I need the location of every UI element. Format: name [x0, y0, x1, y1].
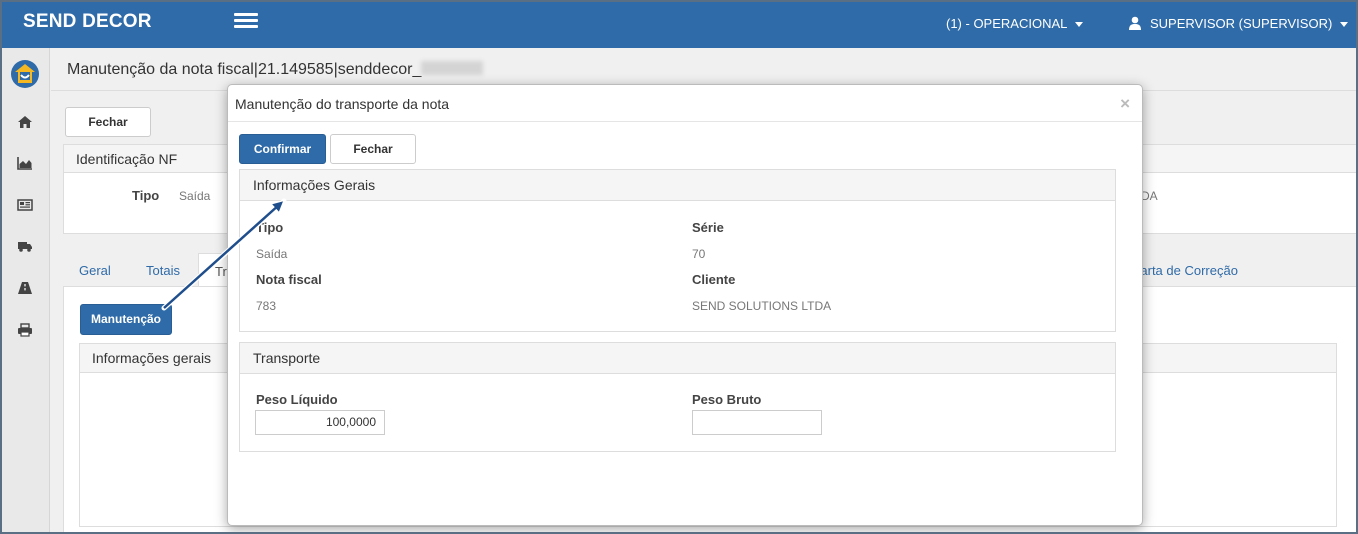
- peso-bruto-label: Peso Bruto: [692, 392, 762, 407]
- peso-liquido-label: Peso Líquido: [256, 392, 338, 407]
- caret-down-icon: [1075, 22, 1084, 28]
- tab-transporte[interactable]: Tr: [198, 253, 228, 286]
- user-dropdown[interactable]: SUPERVISOR (SUPERVISOR): [1128, 16, 1349, 31]
- app-window: SEND DECOR (1) - OPERACIONAL SUPERVISOR …: [0, 0, 1358, 534]
- brand-logo[interactable]: SEND DECOR: [23, 11, 152, 33]
- transport-modal: Manutenção do transporte da nota × Confi…: [227, 84, 1143, 526]
- tab-carta-correcao[interactable]: Carta de Correção: [1131, 263, 1238, 278]
- close-button[interactable]: Fechar: [330, 134, 416, 164]
- close-button[interactable]: Fechar: [65, 107, 151, 137]
- tab-totais[interactable]: Totais: [146, 263, 180, 278]
- logo-icon[interactable]: [10, 59, 40, 89]
- panel-title: Transporte: [240, 343, 1115, 374]
- maintenance-button[interactable]: Manutenção: [80, 304, 172, 335]
- road-icon[interactable]: [17, 281, 33, 295]
- tipo-label: Tipo: [256, 220, 284, 235]
- area-chart-icon[interactable]: [17, 156, 33, 170]
- truck-icon[interactable]: [17, 239, 33, 253]
- menu-toggle-icon[interactable]: [234, 13, 258, 31]
- modal-header: Manutenção do transporte da nota ×: [228, 85, 1142, 122]
- nota-fiscal-value: 783: [256, 299, 277, 313]
- print-icon[interactable]: [17, 323, 33, 337]
- user-label: SUPERVISOR (SUPERVISOR): [1150, 16, 1333, 31]
- modal-title: Manutenção do transporte da nota: [235, 96, 450, 112]
- redacted-text: [421, 61, 484, 75]
- operation-label: (1) - OPERACIONAL: [946, 16, 1068, 31]
- tab-geral[interactable]: Geral: [79, 263, 111, 278]
- peso-liquido-input[interactable]: 100,0000: [255, 410, 385, 435]
- nota-fiscal-label: Nota fiscal: [256, 272, 322, 287]
- transport-panel: Transporte Peso Líquido 100,0000 Peso Br…: [239, 342, 1116, 452]
- cliente-value: SEND SOLUTIONS LTDA: [692, 299, 832, 313]
- tipo-value: Saída: [256, 247, 288, 261]
- close-icon[interactable]: ×: [1120, 95, 1130, 112]
- caret-down-icon: [1340, 22, 1349, 28]
- page-title: Manutenção da nota fiscal|21.149585|send…: [67, 61, 484, 79]
- sidebar: [2, 48, 50, 532]
- tab-label: Tr: [215, 264, 227, 279]
- panel-title: Informações Gerais: [240, 170, 1115, 201]
- serie-value: 70: [692, 247, 706, 261]
- peso-bruto-input[interactable]: [692, 410, 822, 435]
- tipo-label: Tipo: [132, 188, 160, 203]
- general-info-panel: Informações Gerais Tipo Saída Série 70 N…: [239, 169, 1116, 332]
- home-icon[interactable]: [17, 115, 33, 129]
- tipo-value: Saída: [179, 189, 211, 203]
- top-navbar: SEND DECOR (1) - OPERACIONAL SUPERVISOR …: [2, 2, 1356, 48]
- partial-text: DA: [1141, 189, 1158, 203]
- serie-label: Série: [692, 220, 724, 235]
- operation-dropdown[interactable]: (1) - OPERACIONAL: [946, 16, 1084, 31]
- confirm-button[interactable]: Confirmar: [239, 134, 326, 164]
- cliente-label: Cliente: [692, 272, 736, 287]
- user-icon: [1129, 16, 1141, 30]
- newspaper-icon[interactable]: [17, 198, 33, 212]
